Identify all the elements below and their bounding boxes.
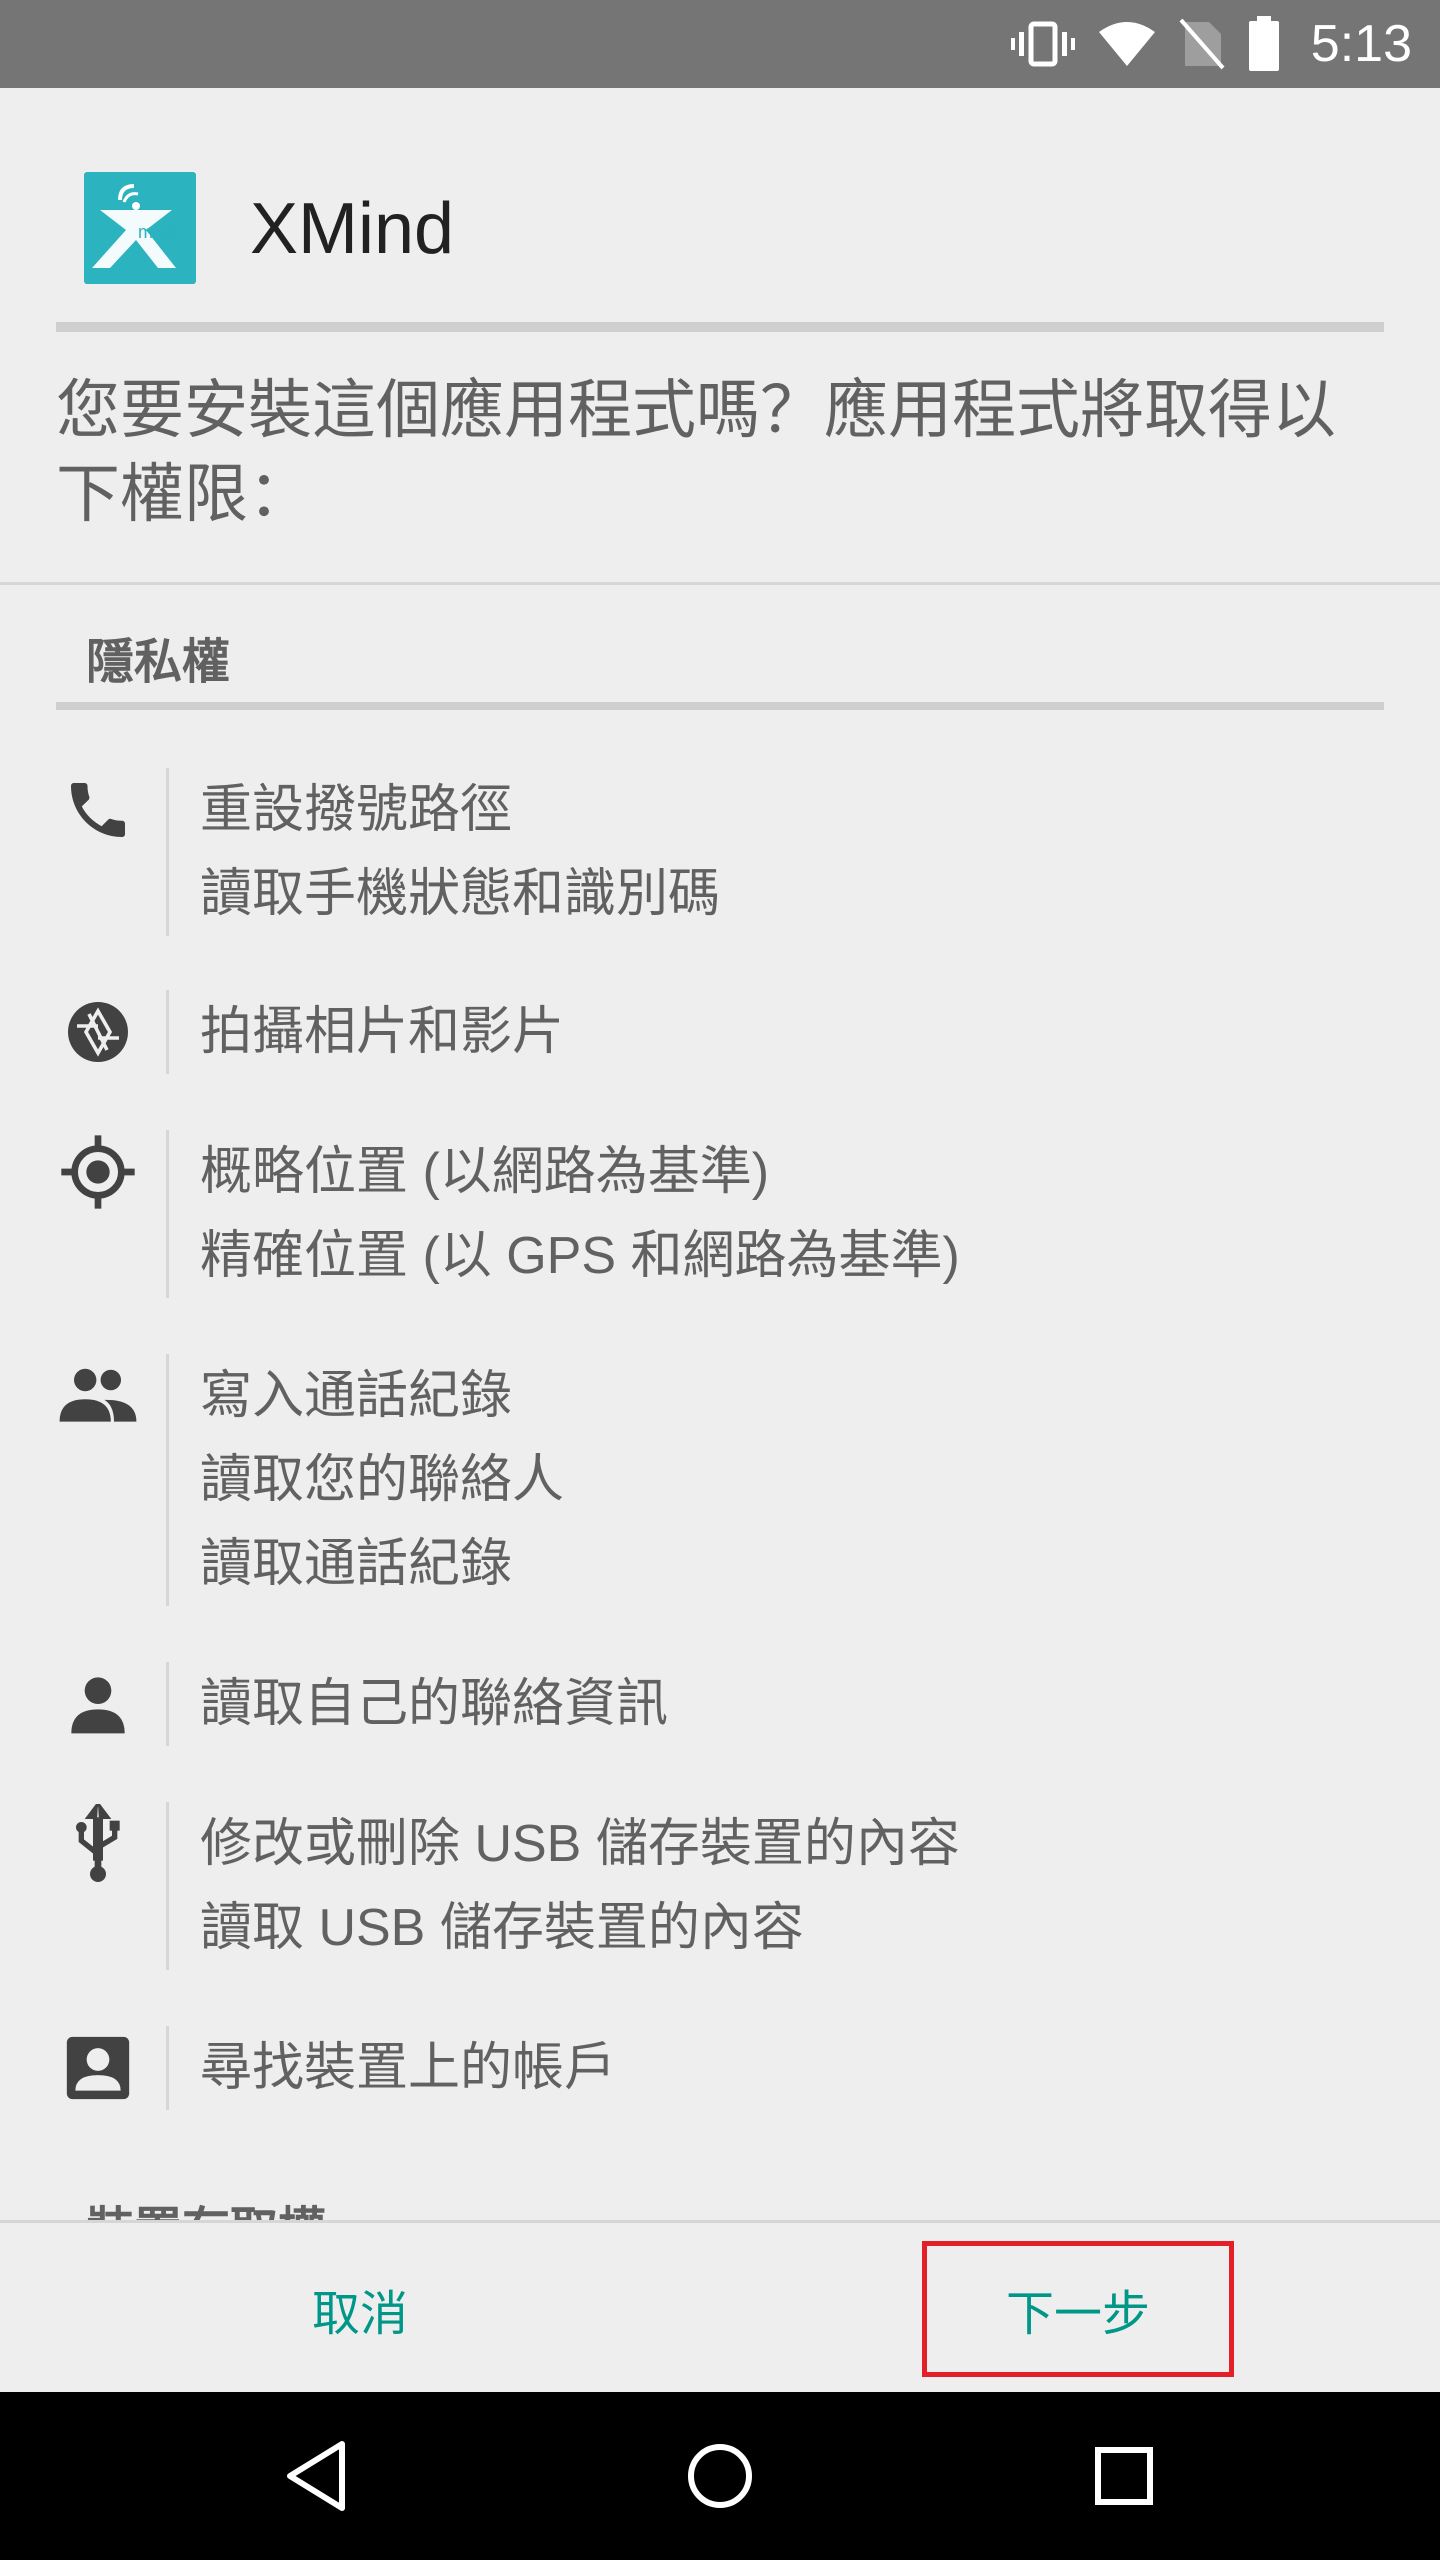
phone-icon [56, 768, 140, 852]
wifi-icon [1097, 20, 1157, 68]
permission-line: 尋找裝置上的帳戶 [200, 2039, 617, 2097]
back-icon[interactable] [216, 2392, 416, 2560]
person-icon [56, 1662, 140, 1746]
permission-line: 讀取您的聯絡人 [200, 1451, 565, 1509]
permission-line: 重設撥號路徑 [200, 781, 513, 839]
status-icons: 5:13 [1010, 0, 1440, 88]
permission-line: 讀取手機狀態和識別碼 [200, 865, 721, 923]
account-box-icon [56, 2026, 140, 2110]
app-header: mind XMind [0, 88, 1440, 323]
group-divider [166, 1130, 169, 1298]
action-bar: 取消 下一步 [0, 2220, 1440, 2395]
group-divider [166, 768, 169, 936]
navigation-bar [0, 2392, 1440, 2560]
content-divider [0, 582, 1440, 585]
install-question: 您要安裝這個應用程式嗎？應用程式將取得以下權限： [56, 374, 1336, 530]
home-icon[interactable] [620, 2392, 820, 2560]
permission-line: 寫入通話紀錄 [200, 1367, 513, 1425]
section-title-privacy: 隱私權 [86, 636, 231, 689]
group-divider [166, 2026, 169, 2110]
permission-line: 讀取通話紀錄 [200, 1535, 513, 1593]
vibrate-icon [1010, 20, 1075, 68]
permission-line: 拍攝相片和影片 [200, 1003, 565, 1061]
recents-icon[interactable] [1024, 2392, 1224, 2560]
xmind-app-icon: mind [84, 172, 196, 284]
permission-line: 概略位置 (以網路為基準) [200, 1143, 770, 1201]
people-icon [56, 1354, 140, 1438]
group-divider [166, 990, 169, 1074]
header-divider [56, 322, 1384, 332]
usb-icon [56, 1802, 140, 1886]
no-sim-icon [1179, 18, 1225, 70]
permission-line: 精確位置 (以 GPS 和網路為基準) [200, 1227, 960, 1285]
group-divider [166, 1354, 169, 1606]
svg-text:mind: mind [138, 222, 177, 242]
camera-shutter-icon [56, 990, 140, 1074]
location-target-icon [56, 1130, 140, 1214]
group-divider [166, 1802, 169, 1970]
status-time: 5:13 [1310, 15, 1412, 73]
permission-line: 修改或刪除 USB 儲存裝置的內容 [200, 1815, 960, 1873]
next-button[interactable]: 下一步 [922, 2241, 1234, 2377]
permission-line: 讀取 USB 儲存裝置的內容 [200, 1899, 804, 1957]
app-name: XMind [250, 189, 455, 269]
section-divider [56, 702, 1384, 710]
group-divider [166, 1662, 169, 1746]
permission-line: 讀取自己的聯絡資訊 [200, 1675, 669, 1733]
battery-icon [1247, 16, 1281, 72]
status-bar: 5:13 [0, 0, 1440, 88]
cancel-button[interactable]: 取消 [210, 2223, 510, 2395]
section-title-device-access: 裝置存取權 [86, 2190, 326, 2224]
